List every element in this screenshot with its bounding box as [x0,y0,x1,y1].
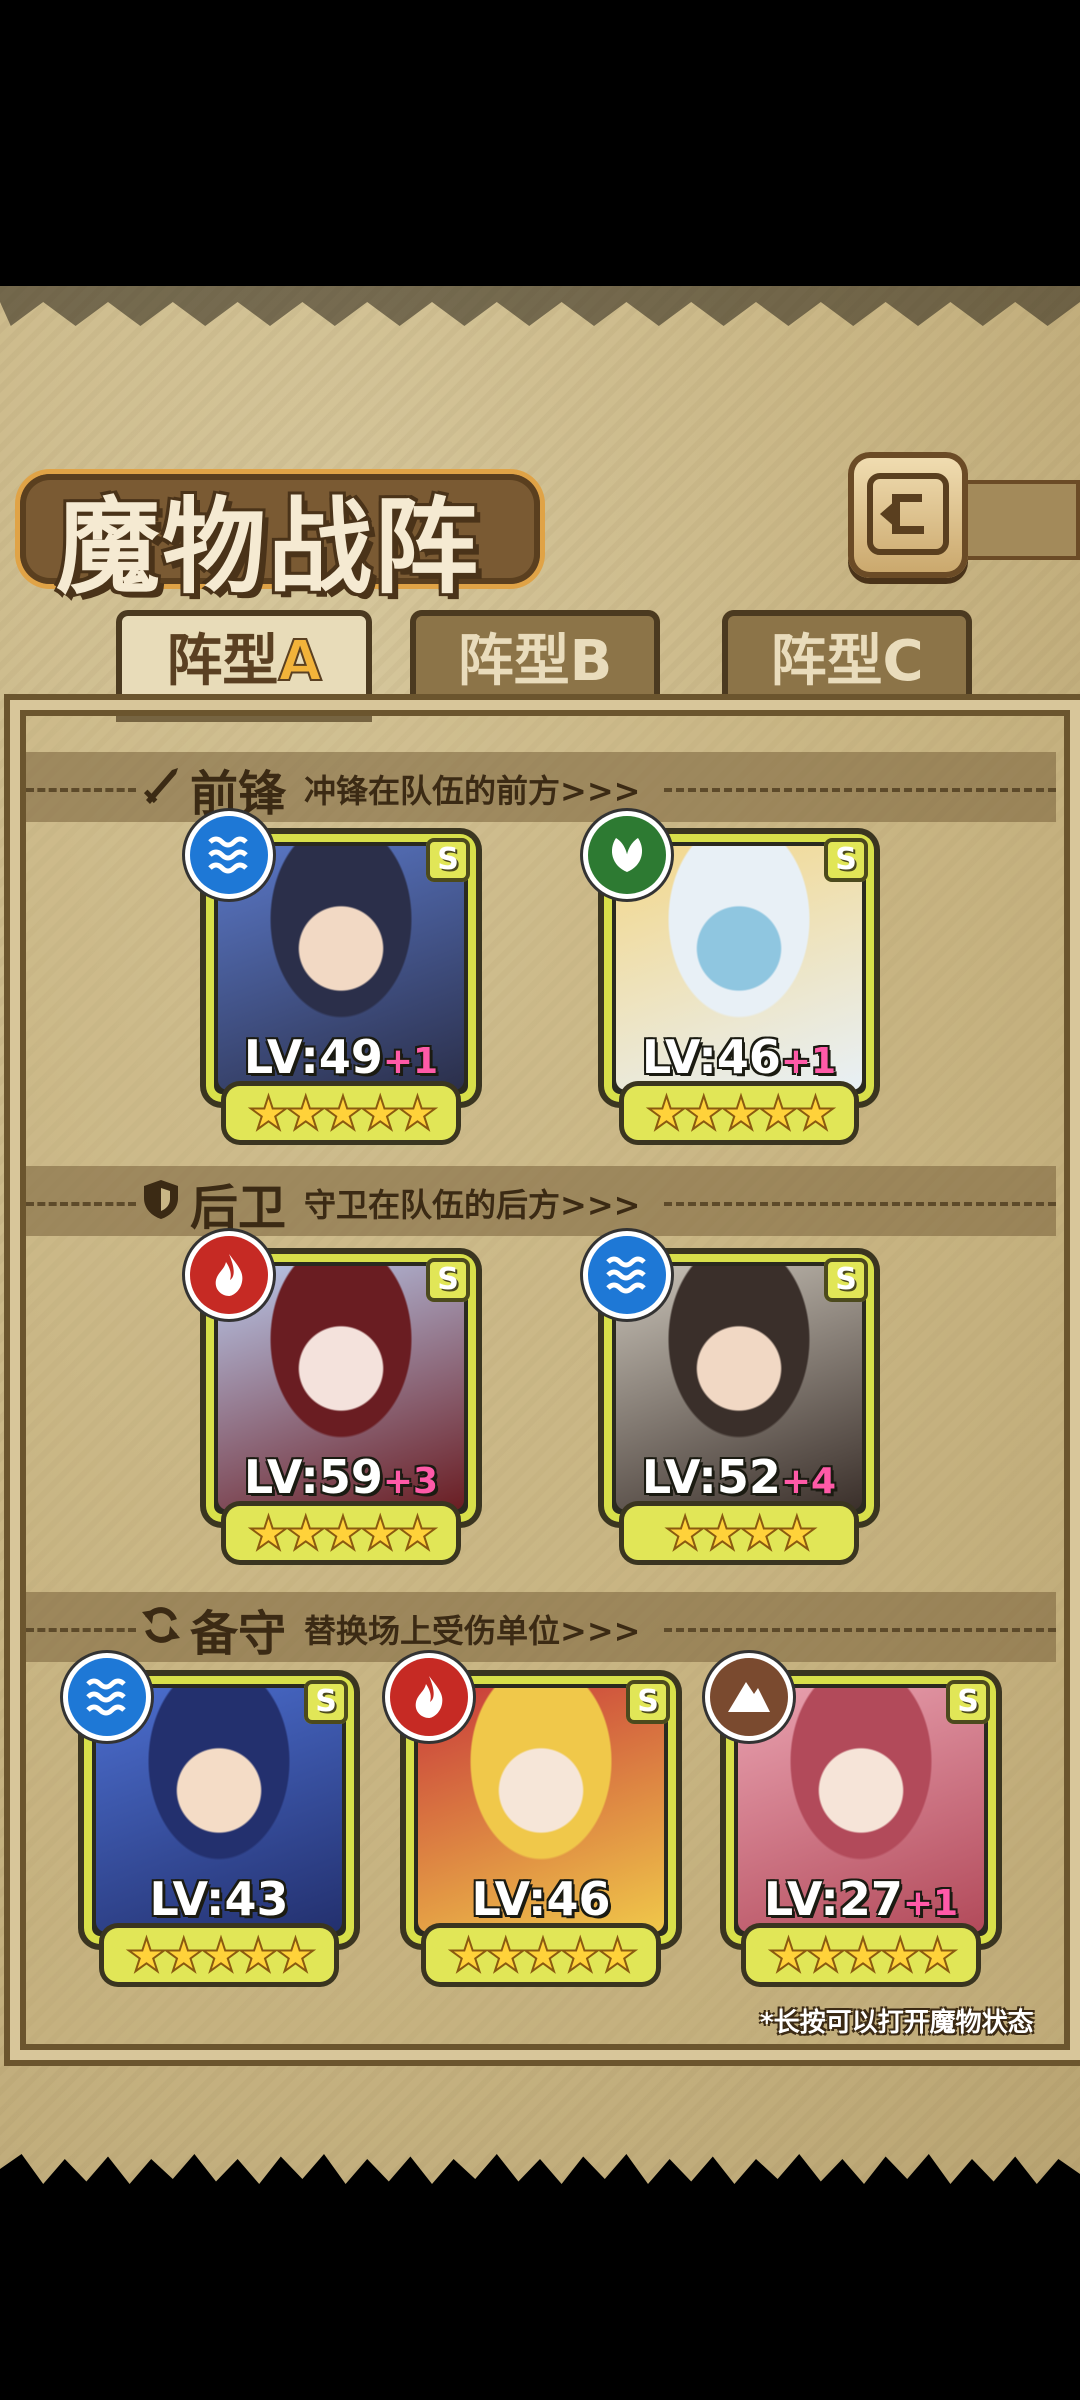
divider [664,1202,1056,1206]
fire-element-icon [390,1658,468,1736]
level-value: LV:59 [243,1450,383,1504]
stars-icon: ★★★★★ [247,1085,439,1141]
water-element-icon [68,1658,146,1736]
grade-badge: S [426,1258,470,1302]
section-title-rear: 后卫 [190,1180,287,1236]
level-bonus: +1 [780,1041,837,1082]
section-subtitle-reserve: 替换场上受伤单位>>> [304,1612,641,1650]
grade-badge: S [304,1680,348,1724]
panel-top-edge [0,286,1080,326]
tab-b-suffix: B [569,629,613,694]
nature-element-icon [588,816,666,894]
tab-c-suffix: C [882,629,924,694]
back-bar [964,480,1080,560]
divider [664,788,1056,792]
unit-level: LV:46 [406,1872,676,1926]
section-subtitle-front: 冲锋在队伍的前方>>> [304,772,641,810]
panel-bottom-edge [0,2154,1080,2204]
fire-element-icon [190,1236,268,1314]
grade-badge: S [626,1680,670,1724]
unit-card[interactable]: S LV:59+3 ★★★★★ [190,1236,476,1561]
back-arrow-icon [867,473,949,555]
unit-level: LV:46+1 [604,1030,874,1084]
unit-card[interactable]: S LV:52+4 ★★★★ [588,1236,874,1561]
back-button[interactable] [848,452,968,578]
unit-level: LV:52+4 [604,1450,874,1504]
page-title: 魔物战阵 [56,485,481,608]
stars-icon: ★★★★★ [447,1927,639,1983]
grade-badge: S [824,1258,868,1302]
tab-a-suffix: A [277,628,322,695]
section-subtitle-rear: 守卫在队伍的后方>>> [304,1186,641,1224]
level-value: LV:43 [149,1872,289,1926]
grade-badge: S [426,838,470,882]
level-bonus: +1 [902,1883,959,1924]
level-bonus: +1 [382,1041,439,1082]
section-title-front: 前锋 [190,766,287,822]
tab-a-label: 阵型 [166,629,279,694]
level-value: LV:46 [641,1030,781,1084]
divider [26,1202,136,1206]
tab-formation-c[interactable]: 阵型C [722,610,972,714]
star-rating: ★★★★ [624,1505,854,1561]
level-value: LV:46 [471,1872,611,1926]
unit-card[interactable]: S LV:27+1 ★★★★★ [710,1658,996,1983]
star-rating: ★★★★★ [226,1505,456,1561]
earth-element-icon [710,1658,788,1736]
water-element-icon [190,816,268,894]
level-value: LV:52 [641,1450,781,1504]
tab-b-label: 阵型 [457,629,570,694]
star-rating: ★★★★★ [104,1927,334,1983]
divider [26,788,136,792]
shield-icon [144,1180,178,1219]
star-rating: ★★★★★ [426,1927,656,1983]
divider [664,1628,1056,1632]
stars-icon: ★★★★★ [125,1927,317,1983]
level-bonus: +4 [780,1461,837,1502]
sword-icon [143,768,178,804]
star-rating: ★★★★★ [624,1085,854,1141]
level-value: LV:49 [243,1030,383,1084]
unit-level: LV:59+3 [206,1450,476,1504]
star-rating: ★★★★★ [746,1927,976,1983]
tab-c-label: 阵型 [770,629,883,694]
grade-badge: S [824,838,868,882]
tab-formation-b[interactable]: 阵型B [410,610,660,714]
section-title-reserve: 备守 [190,1606,287,1662]
stars-icon: ★★★★★ [767,1927,959,1983]
level-value: LV:27 [763,1872,903,1926]
unit-card[interactable]: S LV:43 ★★★★★ [68,1658,354,1983]
grade-badge: S [946,1680,990,1724]
water-element-icon [588,1236,666,1314]
unit-level: LV:43 [84,1872,354,1926]
stars-icon: ★★★★★ [645,1085,837,1141]
stars-icon: ★★★★★ [247,1505,439,1561]
divider [26,1628,136,1632]
unit-card[interactable]: S LV:49+1 ★★★★★ [190,816,476,1141]
unit-card[interactable]: S LV:46 ★★★★★ [390,1658,676,1983]
level-bonus: +3 [382,1461,439,1502]
unit-level: LV:27+1 [726,1872,996,1926]
unit-card[interactable]: S LV:46+1 ★★★★★ [588,816,874,1141]
swap-icon [142,1607,180,1643]
long-press-hint: *长按可以打开魔物状态 [760,2008,1034,2038]
unit-level: LV:49+1 [206,1030,476,1084]
stars-icon: ★★★★ [664,1505,819,1561]
star-rating: ★★★★★ [226,1085,456,1141]
